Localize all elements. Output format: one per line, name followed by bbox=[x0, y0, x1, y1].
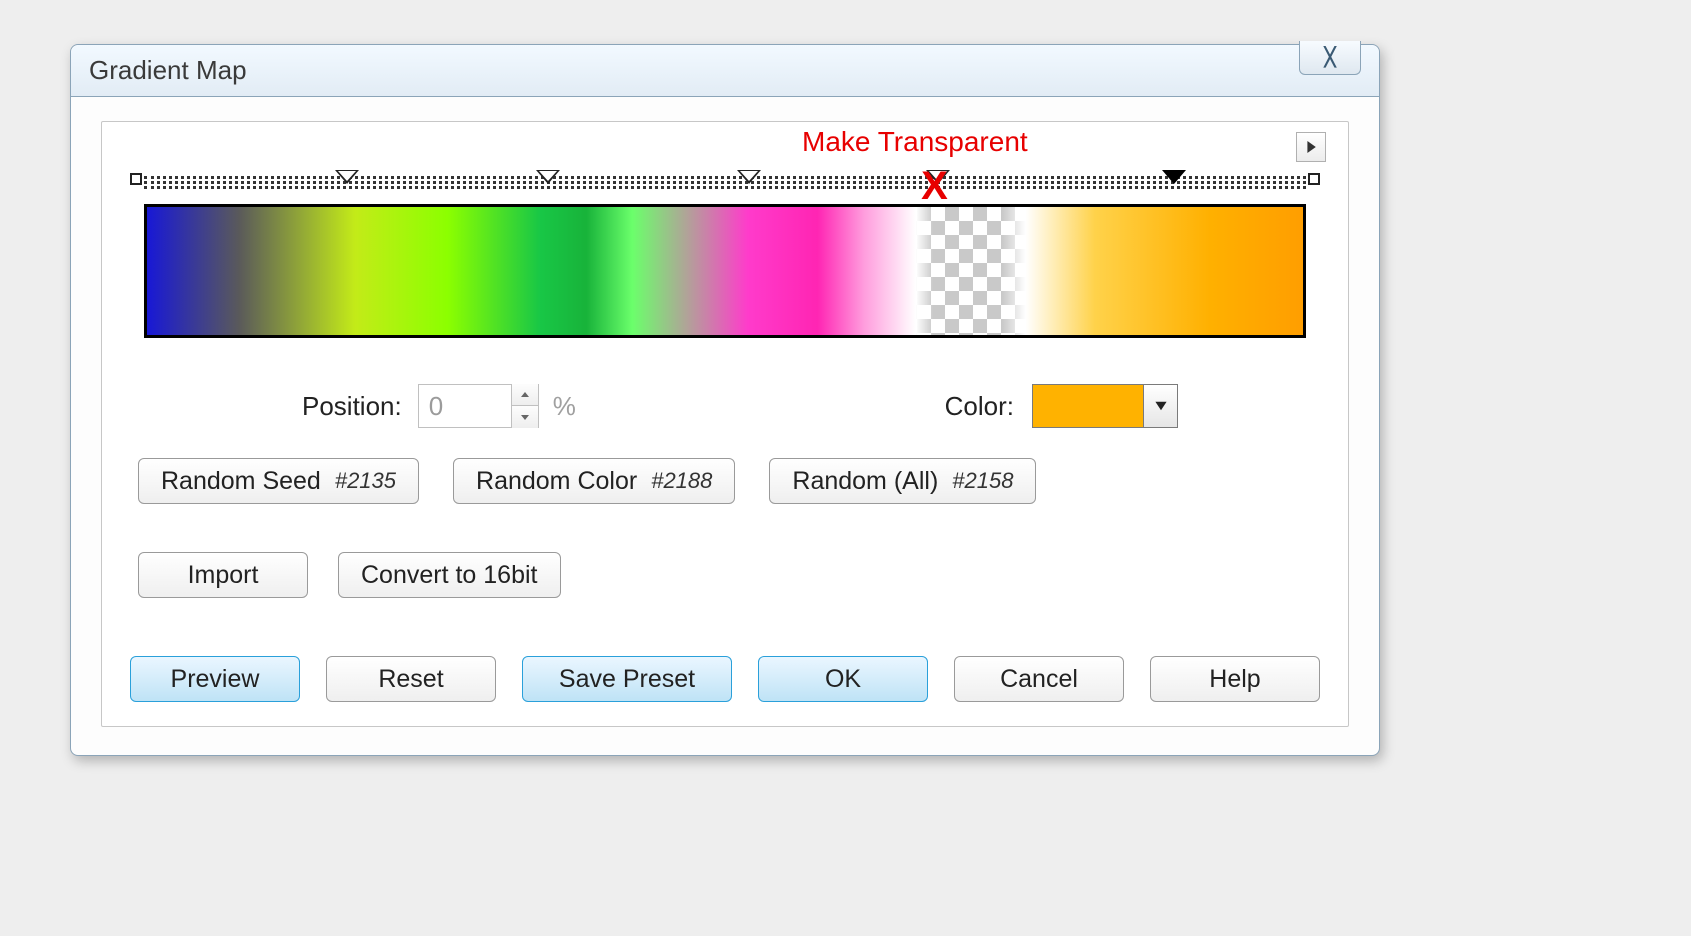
spin-down[interactable] bbox=[512, 406, 538, 428]
opacity-stop[interactable] bbox=[1162, 170, 1186, 184]
spin-up[interactable] bbox=[512, 384, 538, 406]
ok-button[interactable]: OK bbox=[758, 656, 928, 702]
random-color-button[interactable]: Random Color #2188 bbox=[453, 458, 735, 504]
chevron-down-icon bbox=[520, 412, 530, 422]
track-endcap-left[interactable] bbox=[130, 173, 142, 185]
reset-button[interactable]: Reset bbox=[326, 656, 496, 702]
titlebar: Gradient Map ╳ bbox=[71, 45, 1379, 97]
track-endcap-right[interactable] bbox=[1308, 173, 1320, 185]
cancel-button[interactable]: Cancel bbox=[954, 656, 1124, 702]
seed-id: #2135 bbox=[335, 468, 396, 494]
close-button[interactable]: ╳ bbox=[1299, 41, 1361, 75]
color-dropdown-arrow[interactable] bbox=[1143, 385, 1177, 427]
chevron-down-icon bbox=[1154, 399, 1168, 413]
gradient-colors bbox=[147, 207, 1303, 335]
import-button[interactable]: Import bbox=[138, 552, 308, 598]
help-button[interactable]: Help bbox=[1150, 656, 1320, 702]
gradient-editor[interactable]: X bbox=[134, 176, 1316, 338]
color-label: Color: bbox=[945, 391, 1014, 422]
random-buttons-row: Random Seed #2135 Random Color #2188 Ran… bbox=[138, 458, 1312, 504]
position-input[interactable] bbox=[419, 391, 511, 422]
opacity-stop[interactable] bbox=[737, 170, 761, 184]
opacity-stop[interactable] bbox=[926, 170, 950, 184]
position-unit: % bbox=[553, 391, 576, 422]
label: Random (All) bbox=[792, 467, 938, 496]
color-dropdown[interactable] bbox=[1032, 384, 1178, 428]
dialog-title: Gradient Map bbox=[89, 55, 247, 86]
color-swatch bbox=[1033, 385, 1143, 427]
triangle-right-icon bbox=[1305, 141, 1317, 153]
random-seed-button[interactable]: Random Seed #2135 bbox=[138, 458, 419, 504]
action-buttons-row: Import Convert to 16bit bbox=[138, 552, 1312, 598]
flyout-menu-button[interactable] bbox=[1296, 132, 1326, 162]
spin-buttons bbox=[511, 384, 538, 428]
chevron-up-icon bbox=[520, 390, 530, 400]
random-all-button[interactable]: Random (All) #2158 bbox=[769, 458, 1036, 504]
label: Random Color bbox=[476, 467, 637, 496]
gradient-map-dialog: Gradient Map ╳ Make Transparent bbox=[70, 44, 1380, 756]
seed-id: #2158 bbox=[952, 468, 1013, 494]
position-label: Position: bbox=[302, 391, 402, 422]
label: Random Seed bbox=[161, 467, 321, 496]
annotation-label: Make Transparent bbox=[802, 126, 1028, 158]
seed-id: #2188 bbox=[651, 468, 712, 494]
footer-buttons-row: Preview Reset Save Preset OK Cancel Help bbox=[130, 656, 1320, 702]
gradient-preview bbox=[144, 204, 1306, 338]
close-icon: ╳ bbox=[1325, 47, 1336, 68]
position-spinner[interactable] bbox=[418, 384, 539, 428]
opacity-stop[interactable] bbox=[335, 170, 359, 184]
convert-16bit-button[interactable]: Convert to 16bit bbox=[338, 552, 561, 598]
opacity-stop[interactable] bbox=[536, 170, 560, 184]
preview-button[interactable]: Preview bbox=[130, 656, 300, 702]
save-preset-button[interactable]: Save Preset bbox=[522, 656, 732, 702]
stop-controls-row: Position: % Color: bbox=[102, 380, 1348, 432]
dialog-content: Make Transparent X Position: bbox=[101, 121, 1349, 727]
